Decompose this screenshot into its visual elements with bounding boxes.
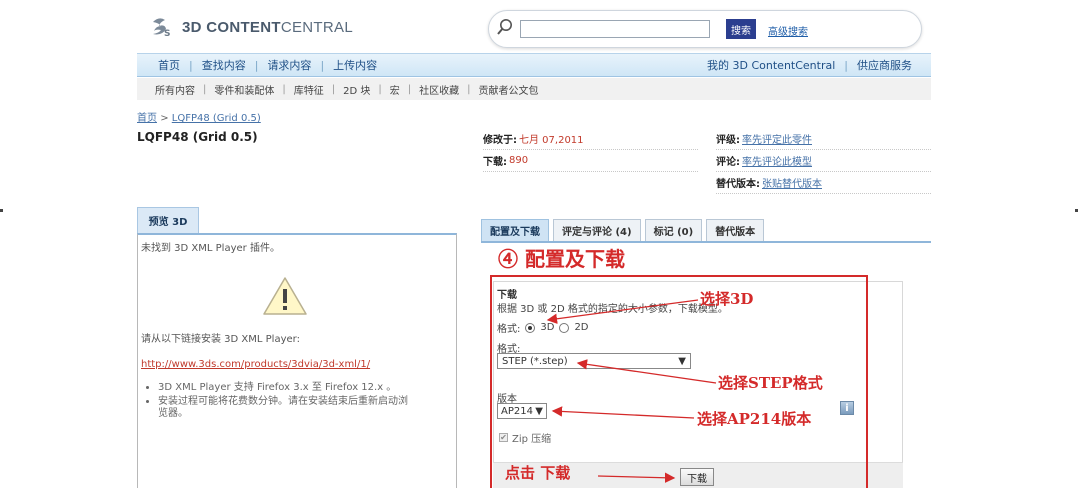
breadcrumb-home[interactable]: 首页 bbox=[137, 113, 157, 124]
tab-ratings-reviews[interactable]: 评定与评论 (4) bbox=[553, 219, 641, 241]
nav-find-content[interactable]: 查找内容 bbox=[193, 57, 255, 73]
search-button[interactable]: 搜索 bbox=[726, 19, 756, 39]
install-instruction: 请从以下链接安装 3D XML Player: bbox=[141, 334, 300, 345]
tab-config-download[interactable]: 配置及下载 bbox=[481, 219, 549, 241]
nav-my-3dcc[interactable]: 我的 3D ContentCentral bbox=[698, 57, 844, 73]
info-left: 修改于: 七月 07,2011 下载: 890 bbox=[483, 128, 698, 172]
nav-upload-content[interactable]: 上传内容 bbox=[324, 57, 386, 73]
primary-nav: 首页 | 查找内容 | 请求内容 | 上传内容 我的 3D ContentCentra… bbox=[137, 53, 931, 77]
subnav-macros[interactable]: 宏 bbox=[382, 82, 408, 97]
preview-notes: 3D XML Player 支持 Firefox 3.x 至 Firefox 1… bbox=[158, 382, 408, 422]
step-heading: ④ 配置及下载 bbox=[498, 247, 625, 271]
subnav-2d-blocks[interactable]: 2D 块 bbox=[335, 82, 378, 97]
page-title: LQFP48 (Grid 0.5) bbox=[137, 130, 258, 144]
warning-icon bbox=[263, 277, 307, 315]
nav-home[interactable]: 首页 bbox=[149, 57, 189, 73]
search-input[interactable] bbox=[520, 20, 710, 38]
annotation-select-3d: 选择3D bbox=[700, 290, 754, 308]
info-right: 评级: 率先评定此零件 评论: 率先评论此模型 替代版本: 张贴替代版本 bbox=[716, 128, 931, 194]
plugin-not-found-text: 未找到 3D XML Player 插件。 bbox=[141, 243, 280, 254]
alt-version-link[interactable]: 张贴替代版本 bbox=[762, 175, 822, 190]
subnav-library-features[interactable]: 库特征 bbox=[286, 82, 332, 97]
modified-row: 修改于: 七月 07,2011 bbox=[483, 128, 698, 150]
advanced-search-link[interactable]: 高级搜索 bbox=[768, 23, 808, 38]
nav-request-content[interactable]: 请求内容 bbox=[258, 57, 320, 73]
config-tabs: 配置及下载 评定与评论 (4) 标记 (0) 替代版本 bbox=[481, 219, 765, 241]
breadcrumb: 首页 > LQFP48 (Grid 0.5) bbox=[137, 113, 261, 124]
logo[interactable]: S 3D CONTENTCENTRAL bbox=[150, 14, 353, 40]
subnav-all-content[interactable]: 所有内容 bbox=[147, 82, 203, 97]
review-link[interactable]: 率先评论此模型 bbox=[742, 153, 812, 168]
review-row: 评论: 率先评论此模型 bbox=[716, 150, 931, 172]
subnav-community[interactable]: 社区收藏 bbox=[411, 82, 467, 97]
breadcrumb-current[interactable]: LQFP48 (Grid 0.5) bbox=[172, 113, 261, 124]
subnav-contributor[interactable]: 贡献者公文包 bbox=[471, 82, 547, 97]
install-link[interactable]: http://www.3ds.com/products/3dvia/3d-xml… bbox=[141, 359, 370, 370]
3ds-logo-icon: S bbox=[153, 18, 170, 39]
list-item: 安装过程可能将花费数分钟。请在安装结束后重新启动浏览器。 bbox=[158, 396, 408, 420]
annotation-select-step: 选择STEP格式 bbox=[718, 374, 823, 392]
search-icon[interactable] bbox=[496, 18, 514, 36]
rating-row: 评级: 率先评定此零件 bbox=[716, 128, 931, 150]
nav-supplier-services[interactable]: 供应商服务 bbox=[848, 57, 921, 73]
subnav-parts-assemblies[interactable]: 零件和装配体 bbox=[206, 82, 282, 97]
edge-mark bbox=[0, 209, 3, 212]
tab-preview-3d[interactable]: 预览 3D bbox=[137, 207, 199, 233]
rate-link[interactable]: 率先评定此零件 bbox=[742, 131, 812, 146]
svg-text:S: S bbox=[164, 29, 170, 39]
annotation-click-download: 点击 下载 bbox=[505, 464, 571, 482]
alt-version-row: 替代版本: 张贴替代版本 bbox=[716, 172, 931, 194]
downloads-row: 下载: 890 bbox=[483, 150, 698, 172]
tab-tags[interactable]: 标记 (0) bbox=[644, 219, 703, 241]
logo-text: 3D CONTENTCENTRAL bbox=[182, 18, 353, 36]
annotation-select-ap214: 选择AP214版本 bbox=[697, 410, 812, 428]
secondary-nav: 所有内容 | 零件和装配体 | 库特征 | 2D 块 | 宏 | 社区收藏 | 贡献者公文包 bbox=[137, 78, 931, 100]
tab-alt-versions[interactable]: 替代版本 bbox=[706, 219, 765, 241]
list-item: 3D XML Player 支持 Firefox 3.x 至 Firefox 1… bbox=[158, 382, 408, 394]
